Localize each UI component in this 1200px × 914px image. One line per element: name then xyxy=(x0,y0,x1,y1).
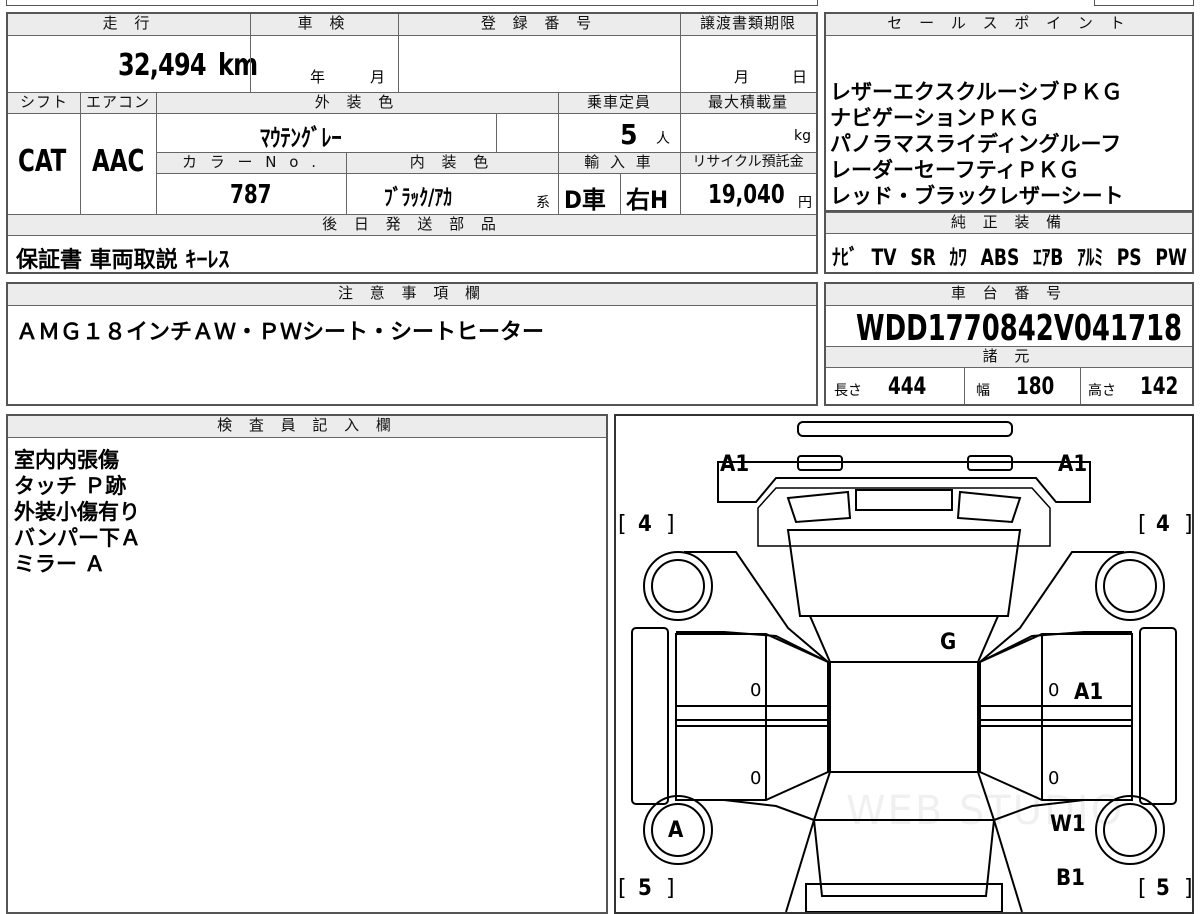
later-parts-value: 保証書 車両取説 ｷｰﾚｽ xyxy=(16,248,230,273)
sales-points-header: セ ー ル ス ポ イ ン ト xyxy=(826,14,1192,36)
aircon-header: エアコン xyxy=(80,92,156,114)
tire-rear-right: 5 xyxy=(1156,876,1170,901)
equipment-panel: 純 正 装 備 ﾅﾋﾞ TV SR ｶﾜ ABS ｴｱB ｱﾙﾐ PS PW xyxy=(824,212,1194,274)
tire-rear-left-close: ] xyxy=(666,876,675,901)
length-label: 長さ xyxy=(834,383,862,399)
inspector-panel: 検 査 員 記 入 欄 室内内張傷 タッチ Ｐ跡 外装小傷有り バンパー下Ａ ミ… xyxy=(6,414,608,914)
equip-airbag: ｴｱB xyxy=(1033,246,1064,271)
tire-rear-right-close: ] xyxy=(1184,876,1193,901)
height-value: 142 xyxy=(1140,372,1179,400)
transfer-header: 譲渡書類期限 xyxy=(680,14,816,36)
recycle-value: 19,040 xyxy=(708,180,785,210)
capacity-unit: 人 xyxy=(656,131,670,147)
color-no-header: カ ラ ー N o . xyxy=(156,152,346,174)
mark-roof: G xyxy=(940,630,957,655)
equip-abs: ABS xyxy=(980,246,1020,271)
capacity-header: 乗車定員 xyxy=(558,92,680,114)
mileage-header: 走 行 xyxy=(8,14,250,36)
max-load-unit: kg xyxy=(794,128,811,144)
sales-points-panel: セ ー ル ス ポ イ ン ト レザーエクスクルーシブＰＫＧ ナビゲーションＰＫ… xyxy=(824,12,1194,212)
mark-door-right-front: A1 xyxy=(1074,680,1104,705)
car-outline xyxy=(631,421,1177,912)
notes-text: ＡＭＧ１８インチＡＷ・ＰＷシート・シートヒーター xyxy=(16,320,545,345)
car-diagram-panel: WEB STUDIO A1 A1 [ 4 ] [ 4 ] G A1 0 0 0 … xyxy=(614,414,1194,914)
mark-door-left-rear-zero: 0 xyxy=(750,768,762,789)
tire-rear-left: 5 xyxy=(638,876,652,901)
tire-front-right: 4 xyxy=(1156,512,1170,537)
specs-header: 諸 元 xyxy=(826,346,1192,368)
equip-tv: TV xyxy=(871,246,897,271)
equipment-header: 純 正 装 備 xyxy=(826,212,1192,234)
shift-value: CAT xyxy=(18,144,67,179)
recycle-header: リサイクル預託金 xyxy=(680,152,816,174)
transfer-day: 日 xyxy=(792,68,808,86)
capacity-value: 5 xyxy=(620,118,638,151)
mileage-unit: km xyxy=(217,48,258,83)
inspector-line-5: ミラー Ａ xyxy=(14,552,106,576)
notes-header: 注 意 事 項 欄 xyxy=(8,284,816,306)
width-label: 幅 xyxy=(976,383,990,399)
width-value: 180 xyxy=(1016,372,1055,400)
equip-pw: PW xyxy=(1155,246,1187,271)
equip-sr: SR xyxy=(910,246,936,271)
mileage-value: 32,494 km xyxy=(118,48,258,83)
tire-front-left-open: [ xyxy=(618,512,627,537)
max-load-header: 最大積載量 xyxy=(680,92,816,114)
vehicle-info-table: 走 行 車 検 登 録 番 号 譲渡書類期限 32,494 km 年 月 月 日 … xyxy=(6,12,818,274)
tire-rear-left-open: [ xyxy=(618,876,627,901)
chassis-panel: 車 台 番 号 WDD1770842V041718 諸 元 長さ 444 幅 1… xyxy=(824,282,1194,406)
inspection-year: 年 xyxy=(310,68,326,86)
import-type: D車 xyxy=(564,186,606,214)
mark-door-right-rear-zero: 0 xyxy=(1048,768,1060,789)
interior-color-suffix: 系 xyxy=(536,195,550,211)
equip-navi: ﾅﾋﾞ xyxy=(832,246,858,271)
mark-door-right-front-zero: 0 xyxy=(1048,680,1060,701)
color-no-value: 787 xyxy=(230,180,272,210)
tire-front-right-close: ] xyxy=(1184,512,1193,537)
tire-front-right-open: [ xyxy=(1138,512,1147,537)
aircon-value: AAC xyxy=(92,144,145,179)
inspector-header: 検 査 員 記 入 欄 xyxy=(8,416,606,438)
later-parts-header: 後 日 発 送 部 品 xyxy=(8,214,816,236)
handle-side: 右H xyxy=(626,186,669,214)
exterior-color-header: 外 装 色 xyxy=(156,92,558,114)
height-label: 高さ xyxy=(1088,383,1116,399)
interior-color-value: ﾌﾞﾗｯｸ/ｱｶ xyxy=(384,186,453,211)
mark-rear-right: B1 xyxy=(1056,866,1085,891)
tire-rear-right-open: [ xyxy=(1138,876,1147,901)
tire-front-left-close: ] xyxy=(666,512,675,537)
inspection-month: 月 xyxy=(370,68,386,86)
sales-point-5: レッド・ブラックレザーシート xyxy=(830,184,1124,208)
recycle-unit: 円 xyxy=(798,195,812,211)
mark-door-left-front-zero: 0 xyxy=(750,680,762,701)
tire-front-left: 4 xyxy=(638,512,652,537)
equip-leather: ｶﾜ xyxy=(949,246,967,271)
exterior-color-value: ﾏｳﾃﾝｸﾞﾚｰ xyxy=(260,124,342,152)
length-value: 444 xyxy=(888,372,927,400)
registration-header: 登 録 番 号 xyxy=(398,14,680,36)
notes-panel: 注 意 事 項 欄 ＡＭＧ１８インチＡＷ・ＰＷシート・シートヒーター xyxy=(6,282,818,406)
equipment-list: ﾅﾋﾞ TV SR ｶﾜ ABS ｴｱB ｱﾙﾐ PS PW xyxy=(832,240,1187,272)
mark-wheel-rear-right: W1 xyxy=(1050,812,1086,837)
mark-wheel-rear-left: A xyxy=(668,818,684,843)
interior-color-header: 内 装 色 xyxy=(346,152,558,174)
chassis-header: 車 台 番 号 xyxy=(826,284,1192,306)
transfer-month: 月 xyxy=(734,68,750,86)
chassis-number: WDD1770842V041718 xyxy=(856,308,1183,349)
equip-alloy: ｱﾙﾐ xyxy=(1077,246,1103,271)
inspection-header: 車 検 xyxy=(250,14,398,36)
top-strip xyxy=(6,0,818,6)
equip-ps: PS xyxy=(1116,246,1142,271)
top-strip-right xyxy=(1094,0,1194,6)
import-header: 輸 入 車 xyxy=(558,152,680,174)
mark-front-right: A1 xyxy=(1058,452,1088,477)
shift-header: シフト xyxy=(8,92,80,114)
mark-front-left: A1 xyxy=(720,452,750,477)
